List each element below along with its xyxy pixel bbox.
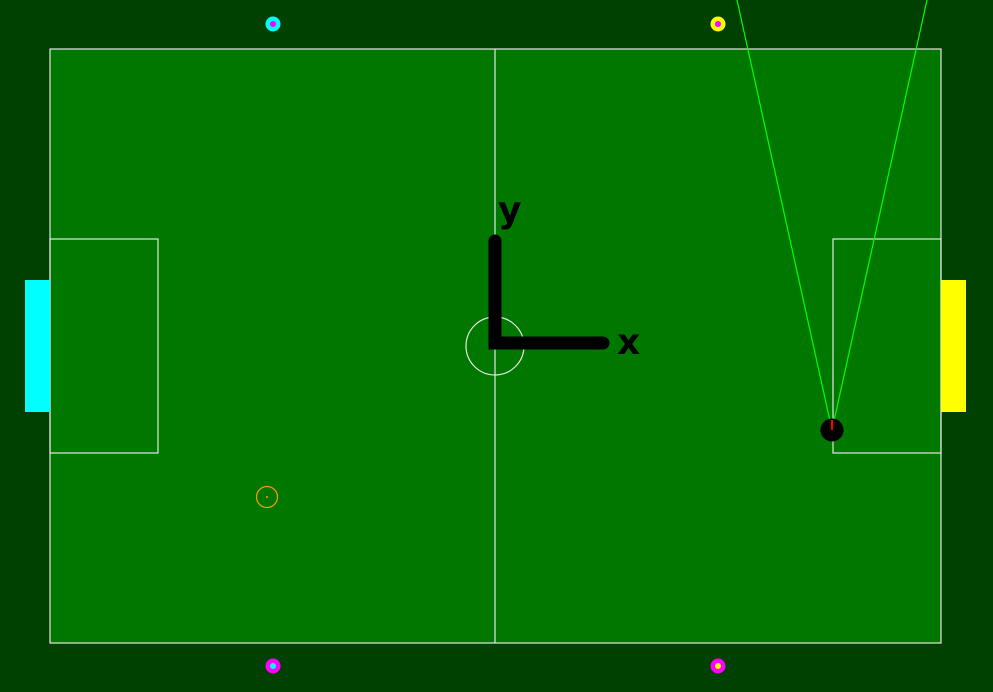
beacon-bottom-left [265, 658, 281, 674]
x-axis-label: x [617, 322, 640, 363]
beacon-top-right [710, 16, 726, 32]
beacon-top-left [265, 16, 281, 32]
ball-center-dot [266, 496, 268, 498]
right-goal [941, 280, 966, 412]
beacon-bottom-right [710, 658, 726, 674]
left-goal [25, 280, 50, 412]
robot-icon[interactable] [820, 418, 844, 442]
soccer-field-view[interactable]: y x [0, 0, 993, 692]
y-axis-label: y [498, 190, 521, 231]
